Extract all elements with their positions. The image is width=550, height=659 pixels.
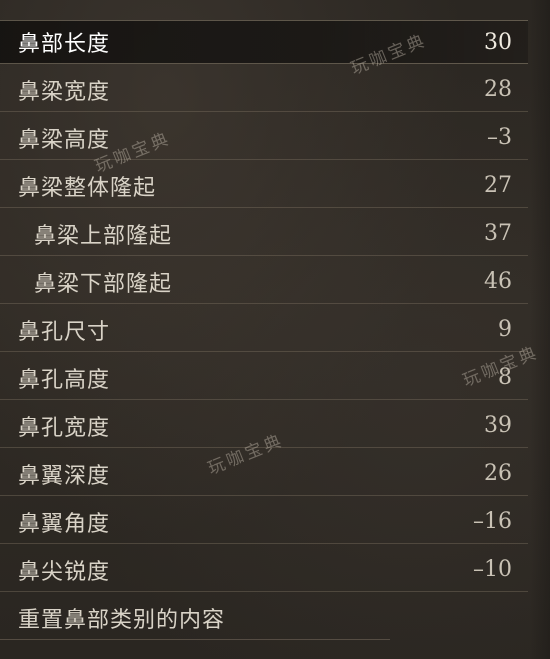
slider-row-bridge-height[interactable]: 鼻梁高度 –3	[0, 116, 528, 160]
slider-row-bridge-lower-bump[interactable]: 鼻梁下部隆起 46	[0, 260, 528, 304]
setting-value: 27	[484, 173, 512, 198]
setting-value: –10	[473, 557, 512, 582]
slider-row-nostril-size[interactable]: 鼻孔尺寸 9	[0, 308, 528, 352]
setting-label: 鼻梁下部隆起	[34, 271, 173, 297]
setting-label: 鼻尖锐度	[18, 559, 111, 585]
setting-value: 26	[484, 461, 512, 486]
setting-value: 9	[498, 317, 512, 342]
setting-label: 鼻梁整体隆起	[18, 175, 157, 201]
reset-label: 重置鼻部类别的内容	[18, 607, 226, 633]
reset-nose-category-button[interactable]: 重置鼻部类别的内容	[0, 596, 390, 640]
panel-edge-shade	[530, 0, 550, 659]
slider-row-nostril-width[interactable]: 鼻孔宽度 39	[0, 404, 528, 448]
setting-value: 30	[484, 29, 512, 55]
slider-row-nostril-height[interactable]: 鼻孔高度 8	[0, 356, 528, 400]
slider-row-ala-depth[interactable]: 鼻翼深度 26	[0, 452, 528, 496]
setting-value: 28	[484, 77, 512, 102]
setting-value: –3	[487, 125, 512, 150]
slider-row-nose-length[interactable]: 鼻部长度 30	[0, 20, 528, 64]
setting-label: 鼻孔宽度	[18, 415, 111, 441]
slider-row-bridge-upper-bump[interactable]: 鼻梁上部隆起 37	[0, 212, 528, 256]
slider-row-tip-sharpness[interactable]: 鼻尖锐度 –10	[0, 548, 528, 592]
slider-row-bridge-overall-bump[interactable]: 鼻梁整体隆起 27	[0, 164, 528, 208]
setting-value: 37	[484, 221, 512, 246]
setting-value: 8	[498, 365, 512, 390]
slider-row-bridge-width[interactable]: 鼻梁宽度 28	[0, 68, 528, 112]
setting-label: 鼻梁上部隆起	[34, 223, 173, 249]
setting-label: 鼻部长度	[18, 32, 111, 57]
nose-settings-panel: 鼻部长度 30 鼻梁宽度 28 鼻梁高度 –3 鼻梁整体隆起 27 鼻梁上部隆起…	[0, 0, 530, 659]
setting-value: 46	[484, 269, 512, 294]
slider-row-ala-angle[interactable]: 鼻翼角度 –16	[0, 500, 528, 544]
setting-label: 鼻孔尺寸	[18, 319, 111, 345]
setting-label: 鼻梁高度	[18, 127, 111, 153]
setting-value: 39	[484, 413, 512, 438]
setting-label: 鼻翼深度	[18, 463, 111, 489]
setting-label: 鼻孔高度	[18, 367, 111, 393]
setting-value: –16	[473, 509, 512, 534]
setting-label: 鼻梁宽度	[18, 79, 111, 105]
setting-label: 鼻翼角度	[18, 511, 111, 537]
